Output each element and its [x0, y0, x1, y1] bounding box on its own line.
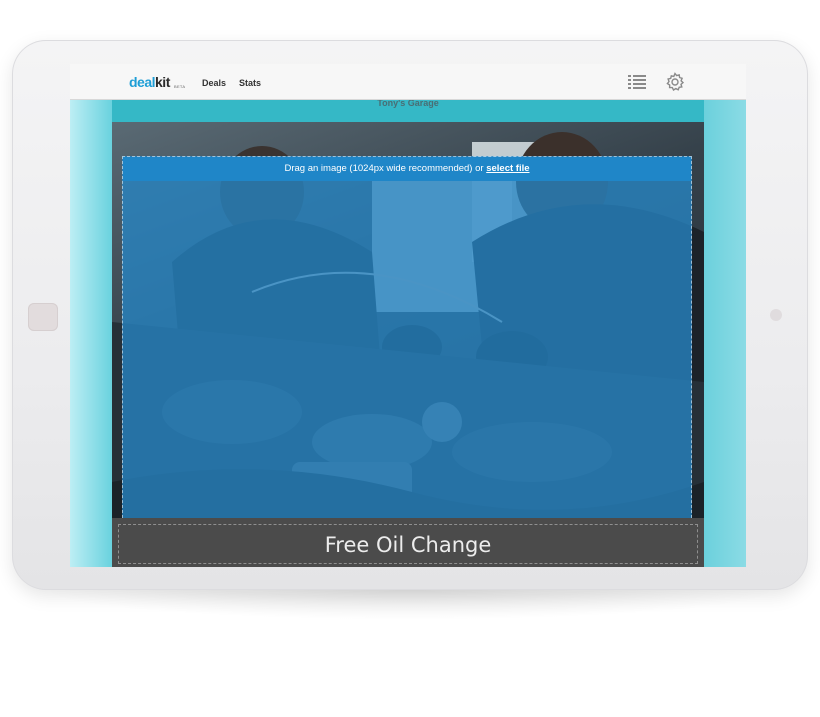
deal-header-strip: Tony's Garage — [112, 98, 704, 122]
tablet-screen: Tony's Garage Drag an image (1024px wide… — [70, 64, 746, 567]
deal-card: Tony's Garage Drag an image (1024px wide… — [112, 98, 704, 567]
deal-title-field[interactable]: Free Oil Change — [118, 524, 698, 564]
logo-beta-badge: BETA — [174, 84, 186, 89]
nav-deals[interactable]: Deals — [202, 78, 226, 88]
deal-title-bar: Free Oil Change — [112, 518, 704, 567]
app-header: dealkit BETA Deals Stats — [70, 64, 746, 100]
gear-icon[interactable] — [664, 71, 686, 93]
image-dropzone[interactable]: Drag an image (1024px wide recommended) … — [122, 156, 692, 518]
deal-photo: Drag an image (1024px wide recommended) … — [112, 122, 704, 518]
logo-deal: deal — [129, 74, 156, 90]
dropzone-text: Drag an image (1024px wide recommended) … — [284, 163, 487, 174]
logo-kit: kit — [155, 74, 170, 90]
tablet-camera — [770, 309, 782, 321]
select-file-link[interactable]: select file — [486, 163, 529, 174]
list-icon[interactable] — [626, 71, 648, 93]
dropzone-instructions: Drag an image (1024px wide recommended) … — [123, 157, 691, 181]
nav-stats[interactable]: Stats — [239, 78, 261, 88]
tablet-home-button — [28, 303, 58, 331]
dealkit-logo[interactable]: dealkit — [129, 74, 170, 90]
